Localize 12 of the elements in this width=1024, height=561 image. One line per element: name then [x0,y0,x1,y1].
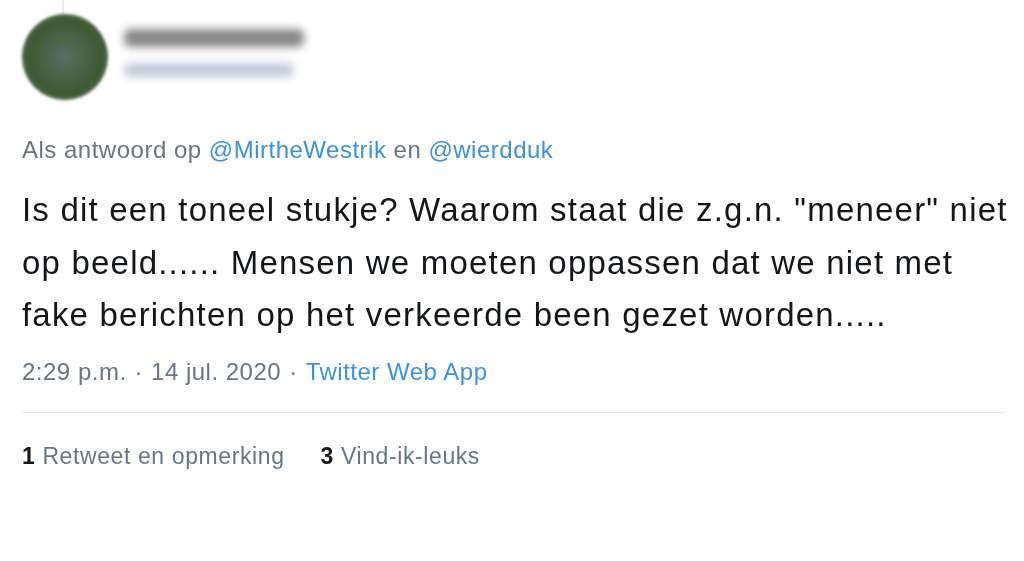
separator-dot: · [134,356,144,387]
reply-to-line: Als antwoord op @MirtheWestrik en @wierdduk [22,135,555,165]
mention-link[interactable]: @wierdduk [428,136,554,163]
separator-dot: · [289,356,298,387]
stat-link[interactable]: 1 Retweet en opmerking [22,438,285,473]
tweet-text: Is dit een toneel stukje? Waarom staat die z.g.n. "meneer" niet op beeld...... Mensen we moeten oppassen dat we niet met fake berichten op het verkeerde been gezet worden..... [22,190,1009,335]
source-link[interactable]: Twitter Web App [305,353,488,390]
tweet-date: 14 jul. 2020 [151,356,282,387]
mention-link[interactable]: @MirtheWestrik [208,136,387,163]
avatar[interactable] [22,14,108,100]
stat-link[interactable]: 3 Vind-ik-leuks [320,438,480,473]
tweet-time: 2:29 p.m. [22,356,127,387]
